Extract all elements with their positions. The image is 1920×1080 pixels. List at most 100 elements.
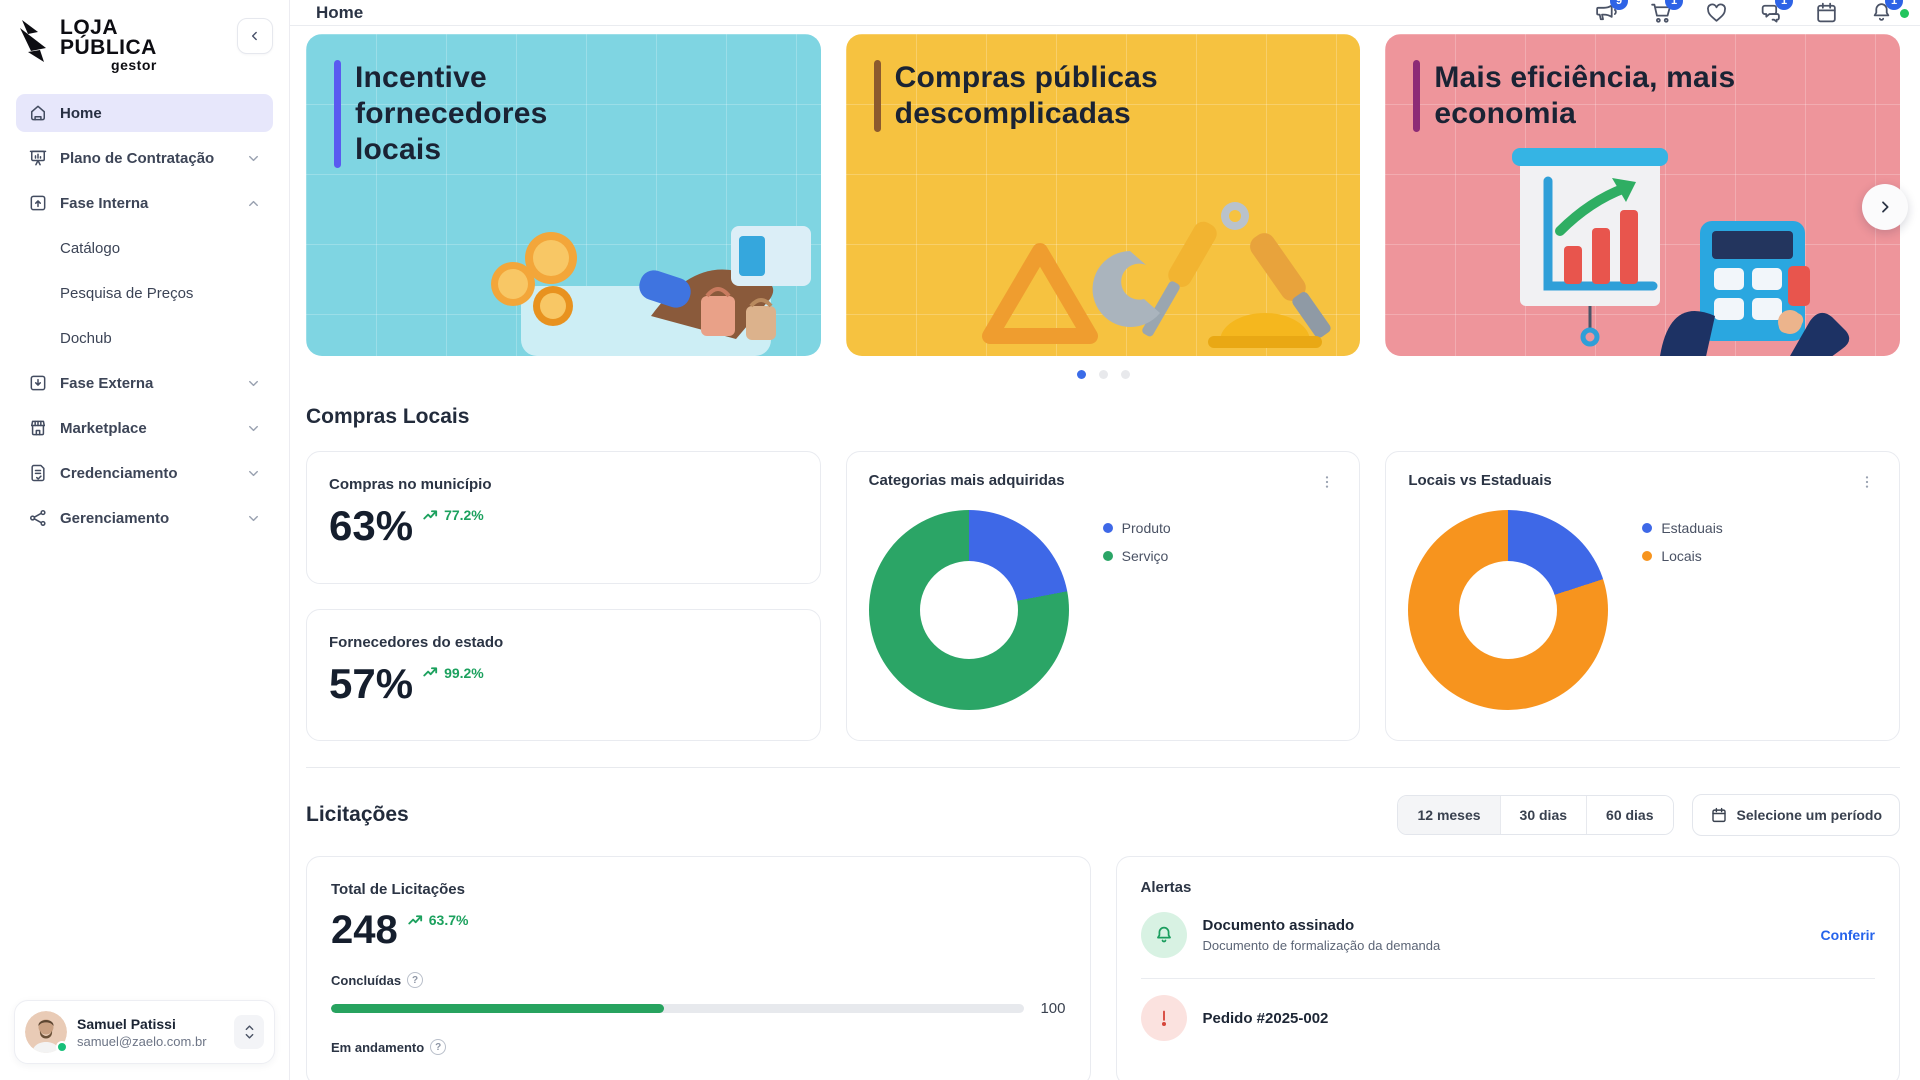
legend-dot-produto: [1103, 523, 1113, 533]
sidebar-item-pesquisa-de-precos[interactable]: Pesquisa de Preços: [16, 274, 273, 312]
sidebar-item-catalogo[interactable]: Catálogo: [16, 229, 273, 267]
sidebar-item-label: Plano de Contratação: [60, 150, 214, 167]
chart-title: Categorias mais adquiridas: [869, 472, 1065, 489]
alert-subtitle: Documento de formalização da demanda: [1203, 938, 1805, 953]
logo-line1: LOJA: [60, 18, 157, 38]
total-licitacoes-title: Total de Licitações: [331, 881, 1066, 898]
box-arrow-up-icon: [28, 193, 48, 213]
alert-title: Documento assinado: [1203, 917, 1805, 934]
notifications-button[interactable]: 1: [1869, 0, 1894, 25]
banner-mais-eficiencia[interactable]: Mais eficiência, mais economia: [1385, 34, 1900, 356]
help-icon[interactable]: ?: [407, 972, 423, 988]
alert-item[interactable]: Pedido #2025-002: [1141, 995, 1876, 1041]
alerts-heading: Alertas: [1141, 879, 1876, 896]
sidebar-item-label: Pesquisa de Preços: [60, 285, 193, 302]
top-header: Home 9 1 1: [290, 0, 1920, 26]
sidebar-item-fase-externa[interactable]: Fase Externa: [16, 364, 273, 402]
sidebar-item-dochub[interactable]: Dochub: [16, 319, 273, 357]
app-root: LOJA PÚBLICA gestor Home Plano de: [0, 0, 1920, 1080]
sidebar-item-credenciamento[interactable]: Credenciamento: [16, 454, 273, 492]
alert-divider: [1141, 978, 1876, 979]
user-profile-card[interactable]: Samuel Patissi samuel@zaelo.com.br: [14, 1000, 275, 1064]
chart-legend: Produto Serviço: [1103, 520, 1171, 576]
stat-trend: 99.2%: [444, 665, 484, 681]
period-filter-group: 12 meses 30 dias 60 dias: [1397, 795, 1673, 835]
presentation-icon: [28, 148, 48, 168]
calendar-button[interactable]: [1814, 0, 1839, 25]
user-email: samuel@zaelo.com.br: [77, 1034, 224, 1049]
legend-dot-estaduais: [1642, 523, 1652, 533]
online-status-dot: [56, 1041, 68, 1053]
select-period-label: Selecione um período: [1737, 807, 1882, 823]
legend-dot-locais: [1642, 551, 1652, 561]
alert-action-link[interactable]: Conferir: [1821, 927, 1875, 943]
user-menu-button[interactable]: [234, 1015, 264, 1049]
select-period-button[interactable]: Selecione um período: [1692, 794, 1900, 836]
trend-up-icon: [408, 914, 425, 927]
sidebar-item-gerenciamento[interactable]: Gerenciamento: [16, 499, 273, 537]
logo-line2: PÚBLICA: [60, 38, 157, 58]
chart-legend: Estaduais Locais: [1642, 520, 1722, 576]
sidebar-item-label: Dochub: [60, 330, 112, 347]
sidebar: LOJA PÚBLICA gestor Home Plano de: [0, 0, 290, 1080]
carousel-next-button[interactable]: [1862, 184, 1908, 230]
alert-item[interactable]: Documento assinado Documento de formaliz…: [1141, 912, 1876, 958]
banner-title: Mais eficiência, mais economia: [1434, 60, 1764, 132]
sidebar-nav: Home Plano de Contratação Fase Interna: [16, 94, 273, 537]
progress-label-em-andamento: Em andamento: [331, 1040, 424, 1055]
progress-track: [331, 1004, 1024, 1013]
kebab-menu-button[interactable]: [1857, 472, 1877, 492]
sidebar-collapse-button[interactable]: [237, 18, 273, 54]
sidebar-item-fase-interna[interactable]: Fase Interna: [16, 184, 273, 222]
banner-compras-publicas[interactable]: Compras públicas descomplicadas: [846, 34, 1361, 356]
chart-card-categorias: Categorias mais adquiridas Produto: [846, 451, 1361, 741]
logo-bolt-icon: [16, 18, 52, 64]
filter-12-meses[interactable]: 12 meses: [1398, 796, 1500, 834]
favorites-button[interactable]: [1704, 0, 1729, 25]
trend-up-icon: [423, 509, 440, 522]
carousel-dot-1[interactable]: [1077, 370, 1086, 379]
total-licitacoes-card: Total de Licitações 248 63.7% Concluídas…: [306, 856, 1091, 1080]
cart-button[interactable]: 1: [1649, 0, 1674, 25]
kebab-icon: [1859, 474, 1875, 490]
carousel-dot-2[interactable]: [1099, 370, 1108, 379]
banner-incentive-fornecedores[interactable]: Incentive fornecedores locais: [306, 34, 821, 356]
calendar-icon: [1710, 806, 1728, 824]
help-icon[interactable]: ?: [430, 1039, 446, 1055]
chevron-down-icon: [246, 151, 261, 166]
sidebar-item-label: Marketplace: [60, 420, 147, 437]
stat-title: Compras no município: [329, 476, 798, 493]
banner-title: Incentive fornecedores locais: [355, 60, 605, 168]
carousel-dot-3[interactable]: [1121, 370, 1130, 379]
progress-max-label: 100: [1040, 1000, 1065, 1017]
sidebar-item-marketplace[interactable]: Marketplace: [16, 409, 273, 447]
storefront-icon: [28, 418, 48, 438]
heart-icon: [1704, 0, 1729, 25]
sidebar-item-label: Fase Externa: [60, 375, 153, 392]
total-licitacoes-trend: 63.7%: [429, 912, 469, 928]
donut-chart-locais-estaduais: [1408, 510, 1608, 710]
filter-60-dias[interactable]: 60 dias: [1587, 796, 1672, 834]
kebab-menu-button[interactable]: [1317, 472, 1337, 492]
alert-icon: [1153, 1007, 1175, 1029]
donut-chart-categorias: [869, 510, 1069, 710]
banner-title: Compras públicas descomplicadas: [895, 60, 1225, 132]
chart-title: Locais vs Estaduais: [1408, 472, 1551, 489]
chevron-up-icon: [246, 196, 261, 211]
stat-value: 57%: [329, 663, 413, 705]
announcements-button[interactable]: 9: [1594, 0, 1619, 25]
banner-accent-bar: [874, 60, 881, 132]
legend-label: Locais: [1661, 548, 1701, 564]
messages-button[interactable]: 1: [1759, 0, 1784, 25]
sidebar-item-home[interactable]: Home: [16, 94, 273, 132]
hierarchy-icon: [28, 508, 48, 528]
filter-30-dias[interactable]: 30 dias: [1501, 796, 1587, 834]
calendar-icon: [1814, 0, 1839, 25]
carousel-dots: [306, 370, 1900, 379]
app-logo: LOJA PÚBLICA gestor: [16, 18, 157, 72]
coins-hand-illustration: [401, 166, 821, 356]
sidebar-item-plano-de-contratacao[interactable]: Plano de Contratação: [16, 139, 273, 177]
chevron-down-icon: [246, 466, 261, 481]
progress-label-concluidas: Concluídas: [331, 973, 401, 988]
legend-label: Serviço: [1122, 548, 1169, 564]
